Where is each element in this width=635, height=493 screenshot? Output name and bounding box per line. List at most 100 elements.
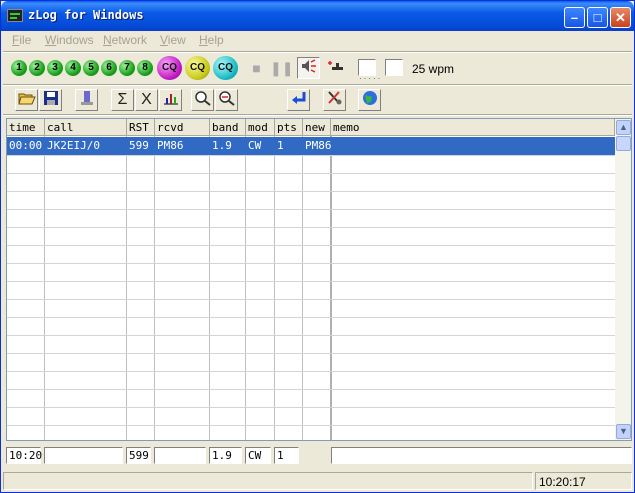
grid-row-line (7, 407, 615, 408)
save-icon[interactable] (39, 89, 62, 111)
grid-row-line (7, 155, 615, 156)
menu-file[interactable]: File (12, 33, 31, 47)
column-header-mod[interactable]: mod (246, 119, 275, 136)
grid-separator (3, 114, 632, 116)
cell-mode[interactable]: CW (246, 138, 274, 154)
cw-message-8-button[interactable]: 8 (137, 60, 153, 76)
vertical-scrollbar[interactable]: ▲ ▼ (615, 119, 631, 440)
column-header-rst[interactable]: RST (127, 119, 155, 136)
speed-up-field[interactable] (385, 59, 403, 76)
maximize-button[interactable]: □ (587, 7, 608, 28)
grid-line (154, 136, 155, 440)
cq-button-2[interactable]: CQ (185, 56, 210, 80)
new-field (302, 447, 328, 464)
menu-windows[interactable]: Windows (45, 33, 94, 47)
column-header-pts[interactable]: pts (275, 119, 303, 136)
cq-button-1[interactable]: CQ (157, 56, 182, 80)
grid-row-line (7, 209, 615, 210)
speaker-icon[interactable] (297, 57, 320, 79)
grid-row-line (7, 263, 615, 264)
grid-row-line (7, 335, 615, 336)
scroll-down-icon[interactable]: ▼ (616, 424, 631, 439)
time-field[interactable]: 10:20 (6, 447, 42, 464)
enter-icon[interactable] (287, 89, 310, 111)
app-icon[interactable] (7, 9, 23, 22)
grid-line (274, 136, 275, 440)
scroll-thumb[interactable] (616, 136, 631, 151)
key-tune-icon[interactable] (324, 57, 347, 79)
rst-field[interactable]: 599 (126, 447, 151, 464)
grid-line (302, 136, 303, 440)
cell-time[interactable]: 00:00 (7, 138, 44, 154)
cell-band[interactable]: 1.9 (210, 138, 245, 154)
find-icon[interactable] (191, 89, 214, 111)
menu-help[interactable]: Help (199, 33, 224, 47)
cell-pts[interactable]: 1 (275, 138, 302, 154)
cell-memo[interactable] (332, 138, 615, 154)
cw-message-6-button[interactable]: 6 (101, 60, 117, 76)
settings-icon[interactable] (323, 89, 346, 111)
cell-new[interactable]: PM86 (303, 138, 332, 154)
cw-message-3-button[interactable]: 3 (47, 60, 63, 76)
open-folder-icon[interactable] (15, 89, 38, 111)
cw-message-2-button[interactable]: 2 (29, 60, 45, 76)
menu-bar: File Windows Network View Help (1, 31, 634, 50)
grid-row-line (7, 317, 615, 318)
cq-button-3[interactable]: CQ (213, 56, 238, 80)
minimize-button[interactable]: – (564, 7, 585, 28)
cw-message-4-button[interactable]: 4 (65, 60, 81, 76)
chart-icon[interactable] (159, 89, 182, 111)
edit-icon[interactable] (75, 89, 98, 111)
grid-row-line (7, 389, 615, 390)
column-header-new[interactable]: new (303, 119, 331, 136)
grid-row-line (7, 245, 615, 246)
find-next-icon[interactable] (215, 89, 238, 111)
pause-icon[interactable]: ❚❚ (269, 57, 293, 79)
grid-row-line (7, 191, 615, 192)
column-header-time[interactable]: time (7, 119, 45, 136)
cw-message-7-button[interactable]: 7 (119, 60, 135, 76)
toolbar-separator (3, 84, 632, 86)
grid-line (209, 136, 210, 440)
grid-row-line (7, 371, 615, 372)
grid-row-line (7, 281, 615, 282)
grid-row-line (7, 227, 615, 228)
speed-dots: ····· (359, 74, 383, 83)
column-header-rcvd[interactable]: rcvd (155, 119, 210, 136)
grid-line (44, 136, 45, 440)
globe-icon[interactable] (358, 89, 381, 111)
pts-field[interactable]: 1 (274, 447, 299, 464)
menu-view[interactable]: View (160, 33, 186, 47)
window-title: zLog for Windows (28, 8, 144, 22)
rcvd-field[interactable] (154, 447, 206, 464)
stop-icon[interactable]: ■ (245, 57, 268, 79)
close-button[interactable]: ✕ (610, 7, 631, 28)
grid-line (126, 136, 127, 440)
title-bar[interactable]: zLog for Windows – □ ✕ (1, 1, 634, 31)
delete-icon[interactable]: X (135, 89, 158, 111)
menu-separator (3, 51, 632, 53)
app-window: zLog for Windows – □ ✕ File Windows Netw… (0, 0, 635, 493)
scroll-up-icon[interactable]: ▲ (616, 120, 631, 135)
memo-field[interactable] (331, 447, 632, 464)
speed-label: 25 wpm (412, 62, 455, 76)
log-grid[interactable]: time call RST rcvd band mod pts new memo… (6, 118, 632, 441)
column-header-band[interactable]: band (210, 119, 246, 136)
call-field[interactable] (44, 447, 123, 464)
status-bar: 10:20:17 (3, 471, 632, 491)
sigma-icon[interactable]: Σ (111, 89, 134, 111)
menu-network[interactable]: Network (103, 33, 147, 47)
mode-field[interactable]: CW (245, 447, 271, 464)
status-clock: 10:20:17 (535, 472, 632, 490)
column-header-memo[interactable]: memo (331, 119, 615, 136)
cell-rst[interactable]: 599 (127, 138, 154, 154)
cw-message-1-button[interactable]: 1 (11, 60, 27, 76)
cw-message-5-button[interactable]: 5 (83, 60, 99, 76)
column-header-call[interactable]: call (45, 119, 127, 136)
grid-row-line (7, 173, 615, 174)
cell-rcvd[interactable]: PM86 (155, 138, 209, 154)
cell-call[interactable]: JK2EIJ/0 (45, 138, 126, 154)
grid-line (245, 136, 246, 440)
grid-row-line (7, 299, 615, 300)
band-field[interactable]: 1.9 (209, 447, 242, 464)
